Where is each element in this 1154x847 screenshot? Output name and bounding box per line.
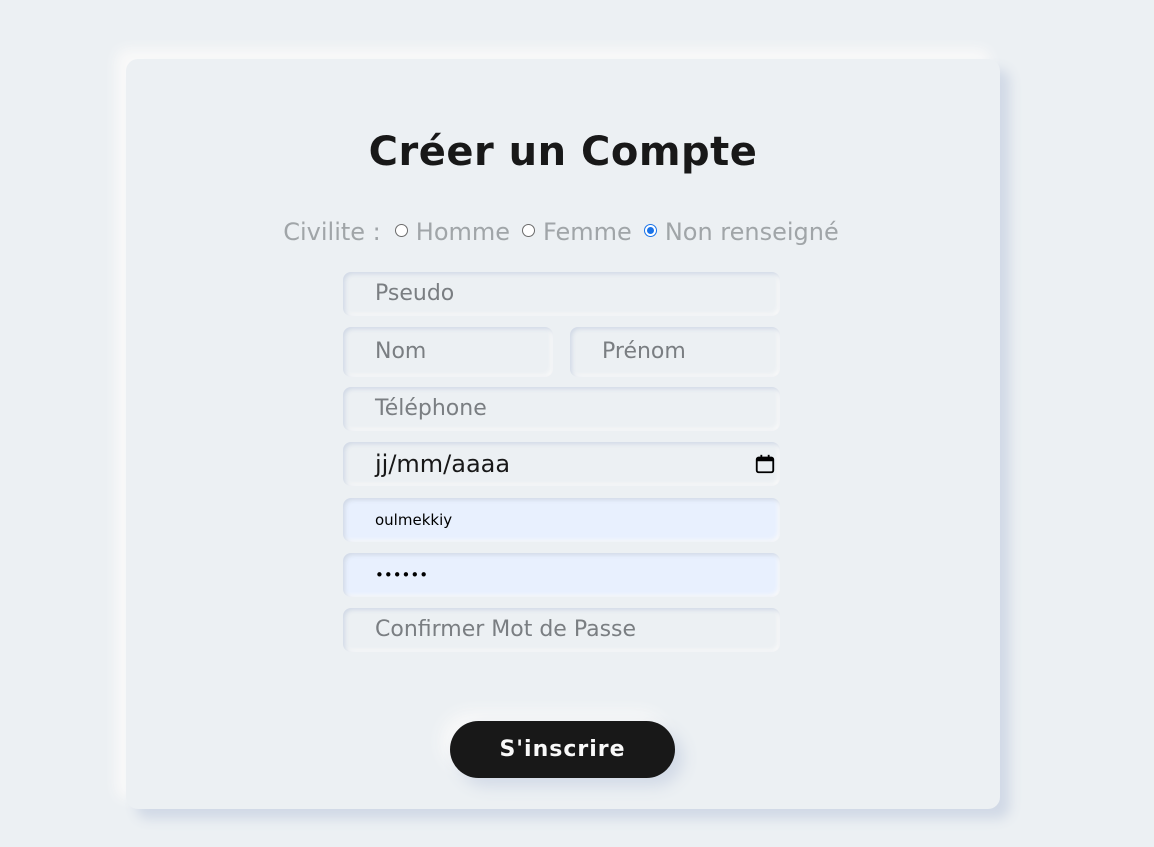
- password-input[interactable]: ••••••: [343, 553, 780, 597]
- birthdate-input[interactable]: jj/mm/aaaa: [343, 442, 780, 486]
- date-placeholder: jj/mm/aaaa: [375, 450, 511, 478]
- email-value: oulmekkiy: [375, 511, 453, 529]
- radio-femme-label[interactable]: Femme: [543, 218, 632, 246]
- signup-card: Créer un Compte Civilite : Homme Femme Non …: [126, 59, 1000, 809]
- prenom-input[interactable]: Prénom: [570, 327, 780, 377]
- telephone-input[interactable]: Téléphone: [343, 387, 780, 431]
- pseudo-input[interactable]: Pseudo: [343, 272, 780, 316]
- calendar-icon[interactable]: [754, 453, 776, 475]
- radio-homme-label[interactable]: Homme: [416, 218, 510, 246]
- civilite-group: Civilite : Homme Femme Non renseigné: [126, 217, 1000, 247]
- password-value: ••••••: [375, 566, 429, 584]
- nom-placeholder: Nom: [375, 339, 427, 364]
- radio-non-renseigne-label[interactable]: Non renseigné: [665, 218, 839, 246]
- confirm-password-input[interactable]: Confirmer Mot de Passe: [343, 608, 780, 652]
- radio-homme[interactable]: [394, 224, 408, 237]
- civilite-label: Civilite :: [283, 218, 381, 246]
- pseudo-placeholder: Pseudo: [375, 281, 455, 306]
- radio-non-renseigne[interactable]: [643, 224, 657, 237]
- page-title: Créer un Compte: [368, 129, 758, 175]
- signup-button[interactable]: S'inscrire: [450, 721, 675, 778]
- email-input[interactable]: oulmekkiy: [343, 498, 780, 542]
- prenom-placeholder: Prénom: [602, 339, 686, 364]
- confirm-password-placeholder: Confirmer Mot de Passe: [375, 617, 637, 642]
- nom-input[interactable]: Nom: [343, 327, 553, 377]
- radio-femme[interactable]: [522, 224, 536, 237]
- telephone-placeholder: Téléphone: [375, 396, 487, 421]
